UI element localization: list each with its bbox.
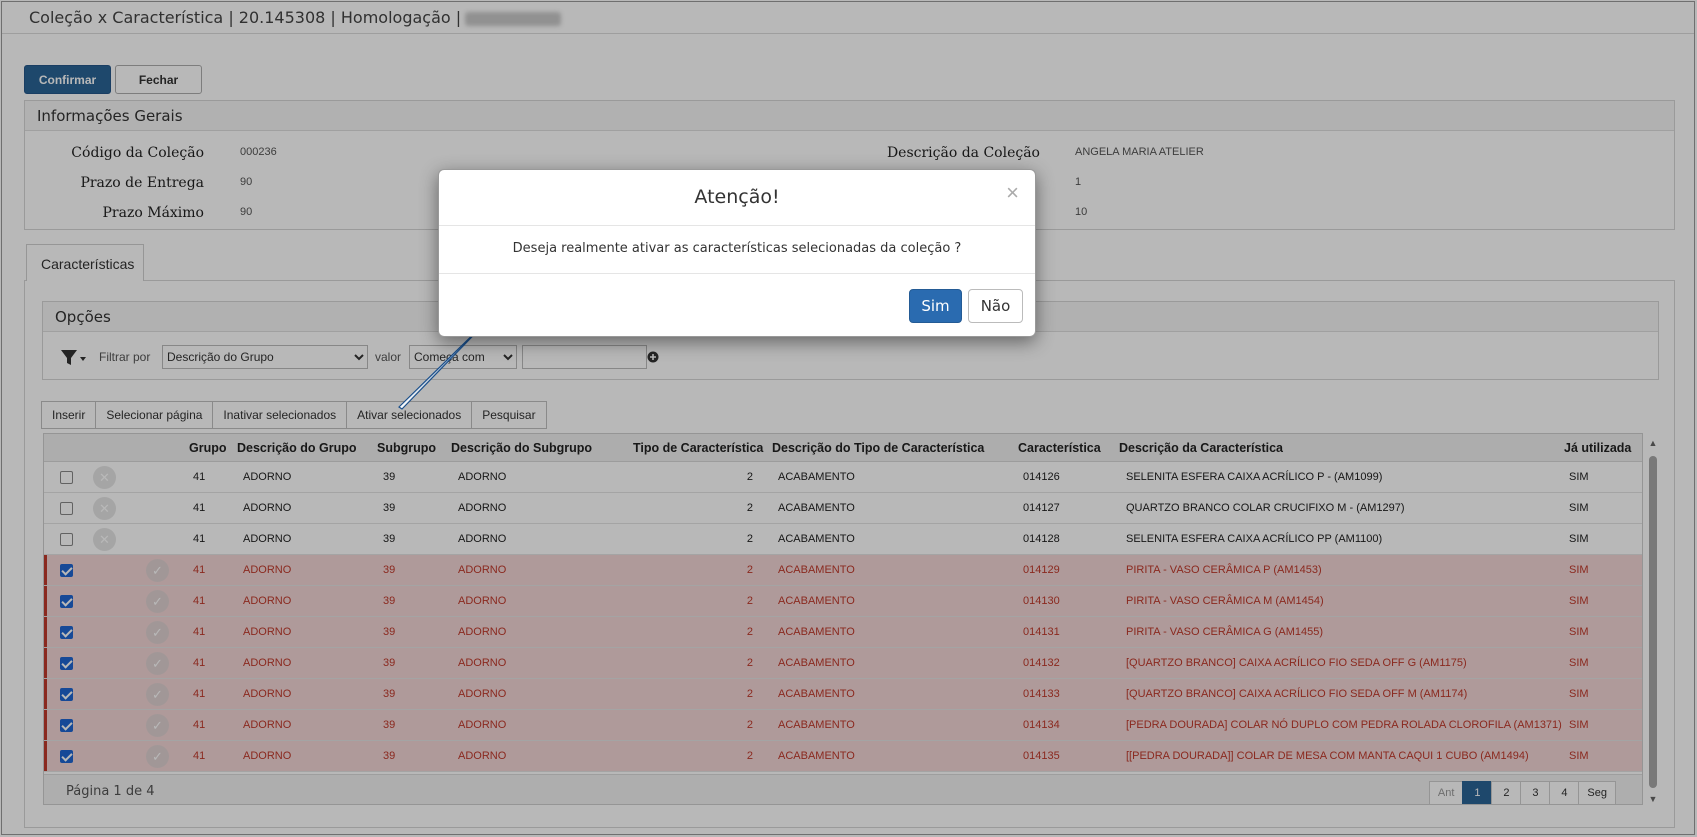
confirm-dialog: Atenção! × Deseja realmente ativar as ca… — [438, 169, 1036, 337]
no-button[interactable]: Não — [968, 289, 1023, 323]
yes-button[interactable]: Sim — [909, 289, 962, 323]
dialog-header: Atenção! × — [439, 170, 1035, 226]
close-icon[interactable]: × — [1006, 182, 1019, 204]
modal-backdrop[interactable] — [0, 0, 1697, 837]
dialog-title: Atenção! — [694, 186, 780, 208]
dialog-message: Deseja realmente ativar as característic… — [439, 226, 1035, 274]
